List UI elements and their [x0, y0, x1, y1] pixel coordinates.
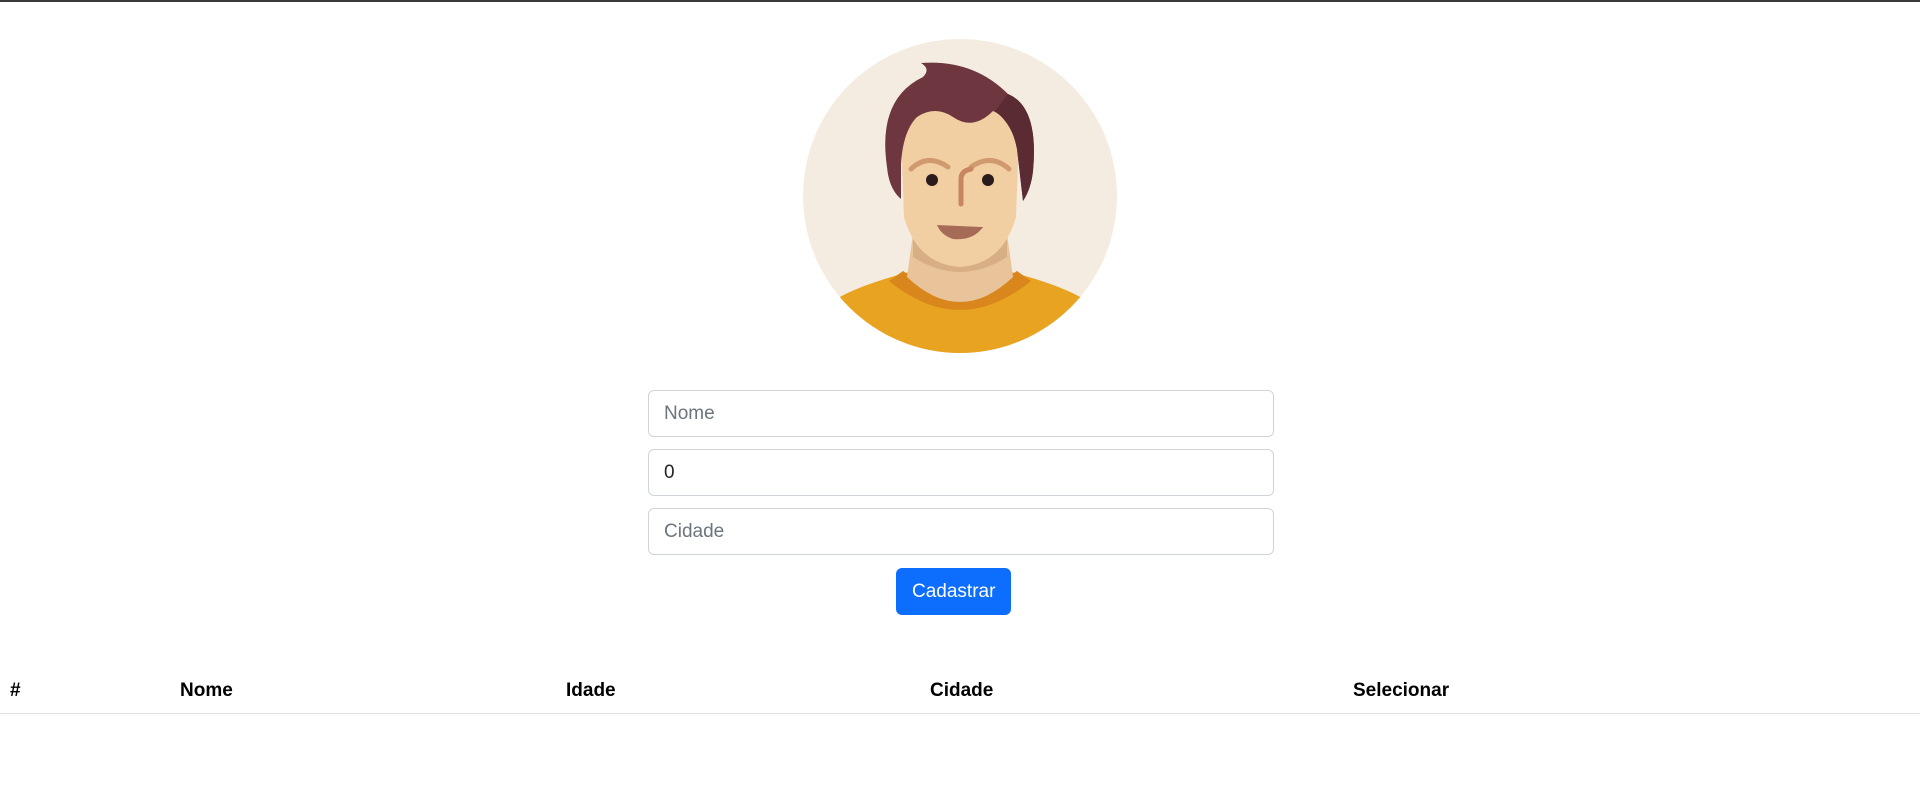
- page: Cadastrar # Nome Idade Cidade Selecionar: [0, 0, 1920, 790]
- data-table: # Nome Idade Cidade Selecionar: [0, 668, 1920, 714]
- name-input[interactable]: [648, 390, 1274, 437]
- column-header-select: Selecionar: [1343, 668, 1920, 714]
- people-table: # Nome Idade Cidade Selecionar: [0, 668, 1920, 714]
- column-header-name: Nome: [170, 668, 556, 714]
- top-border: [0, 0, 1920, 2]
- avatar: [803, 39, 1117, 353]
- registration-form: [648, 390, 1274, 567]
- register-button[interactable]: Cadastrar: [896, 568, 1012, 615]
- table-header: # Nome Idade Cidade Selecionar: [0, 668, 1920, 714]
- table-header-row: # Nome Idade Cidade Selecionar: [0, 668, 1920, 714]
- column-header-city: Cidade: [920, 668, 1343, 714]
- column-header-index: #: [0, 668, 170, 714]
- age-input[interactable]: [648, 449, 1274, 496]
- column-header-age: Idade: [556, 668, 920, 714]
- city-input[interactable]: [648, 508, 1274, 555]
- avatar-illustration-icon: [803, 39, 1117, 353]
- form-actions: Cadastrar: [896, 568, 1012, 615]
